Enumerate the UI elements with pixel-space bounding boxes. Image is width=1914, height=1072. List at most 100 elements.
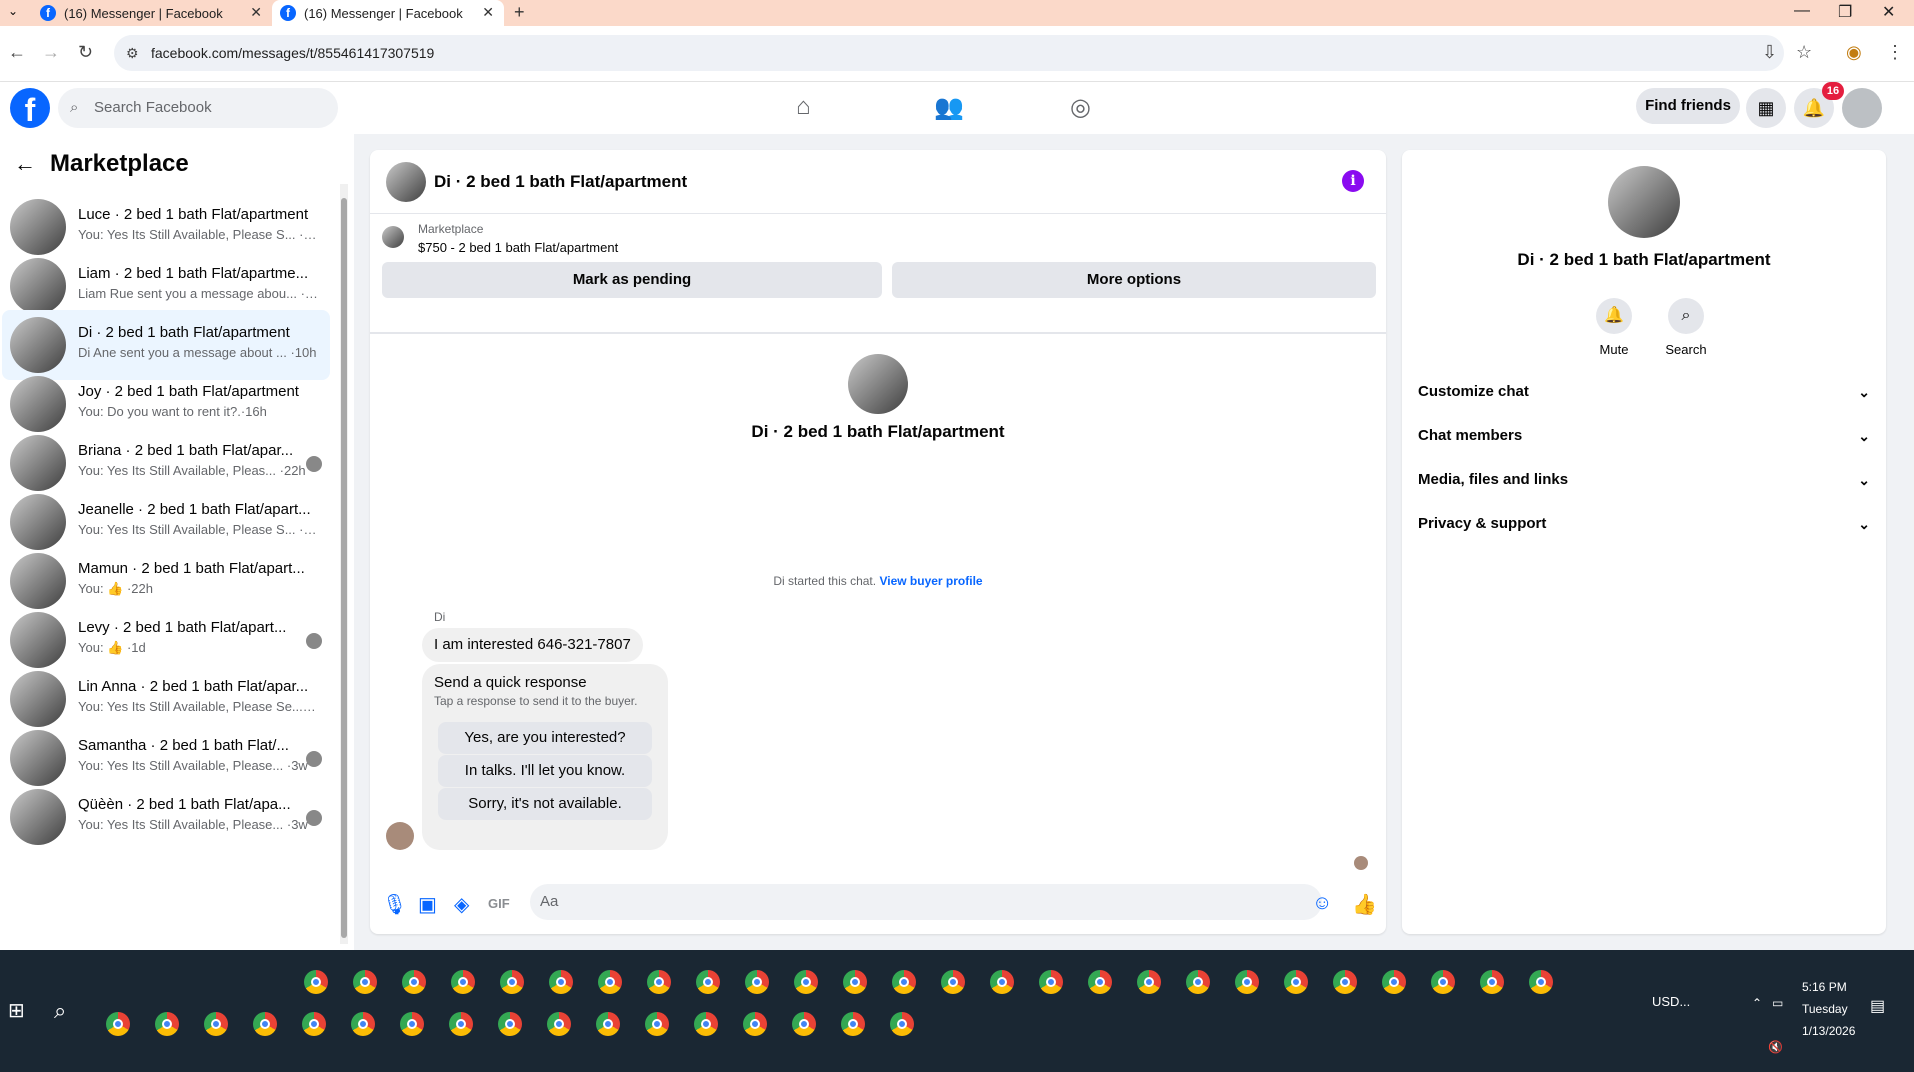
chrome-taskbar-icon[interactable] bbox=[1529, 970, 1553, 994]
info-icon[interactable]: i bbox=[1342, 170, 1364, 192]
install-app-icon[interactable]: ⇩ bbox=[1762, 42, 1777, 63]
bookmark-star-icon[interactable]: ☆ bbox=[1796, 42, 1812, 63]
browser-tab-active[interactable]: f (16) Messenger | Facebook ✕ bbox=[272, 0, 504, 26]
reload-icon[interactable]: ↻ bbox=[78, 42, 93, 63]
home-icon[interactable]: ⌂ bbox=[796, 93, 811, 121]
privacy-support-section[interactable]: Privacy & support ⌄ bbox=[1418, 502, 1870, 546]
taskbar-search-icon[interactable]: ⌕ bbox=[54, 998, 66, 1024]
chrome-taskbar-icon[interactable] bbox=[549, 970, 573, 994]
browser-menu-icon[interactable]: ⋮ bbox=[1886, 42, 1904, 63]
friends-icon[interactable]: 👥 bbox=[934, 93, 964, 122]
network-icon[interactable]: ▭ bbox=[1772, 996, 1783, 1010]
listing-price-title[interactable]: $750 - 2 bed 1 bath Flat/apartment bbox=[418, 240, 618, 255]
back-arrow-icon[interactable]: ← bbox=[14, 151, 36, 177]
customize-chat-section[interactable]: Customize chat ⌄ bbox=[1418, 370, 1870, 414]
chrome-taskbar-icon[interactable] bbox=[843, 970, 867, 994]
site-settings-icon[interactable]: ⚙ bbox=[126, 35, 139, 71]
chrome-taskbar-icon[interactable] bbox=[204, 1012, 228, 1036]
chrome-taskbar-icon[interactable] bbox=[890, 1012, 914, 1036]
quick-response-button[interactable]: Sorry, it's not available. bbox=[438, 788, 652, 820]
quick-response-button[interactable]: Yes, are you interested? bbox=[438, 722, 652, 754]
chrome-taskbar-icon[interactable] bbox=[500, 970, 524, 994]
more-options-button[interactable]: More options bbox=[892, 262, 1376, 298]
chrome-taskbar-icon[interactable] bbox=[1235, 970, 1259, 994]
forward-icon[interactable]: → bbox=[42, 42, 60, 63]
message-input[interactable]: Aa bbox=[530, 884, 1322, 920]
notification-center-icon[interactable]: ▤ bbox=[1870, 996, 1885, 1016]
media-files-links-section[interactable]: Media, files and links ⌄ bbox=[1418, 458, 1870, 502]
chrome-taskbar-icon[interactable] bbox=[645, 1012, 669, 1036]
chrome-taskbar-icon[interactable] bbox=[400, 1012, 424, 1036]
chrome-taskbar-icon[interactable] bbox=[351, 1012, 375, 1036]
chrome-taskbar-icon[interactable] bbox=[745, 970, 769, 994]
chrome-taskbar-icon[interactable] bbox=[892, 970, 916, 994]
chrome-taskbar-icon[interactable] bbox=[451, 970, 475, 994]
gif-icon[interactable]: GIF bbox=[488, 896, 510, 911]
chrome-taskbar-icon[interactable] bbox=[302, 1012, 326, 1036]
address-bar[interactable]: ⚙ facebook.com/messages/t/85546141730751… bbox=[114, 35, 1784, 71]
chrome-taskbar-icon[interactable] bbox=[304, 970, 328, 994]
account-avatar[interactable] bbox=[1842, 88, 1882, 128]
currency-widget[interactable]: USD... bbox=[1652, 994, 1690, 1009]
maximize-icon[interactable]: ❐ bbox=[1838, 2, 1852, 22]
chrome-taskbar-icon[interactable] bbox=[1431, 970, 1455, 994]
windows-start-icon[interactable]: ⊞ bbox=[8, 998, 25, 1023]
facebook-logo-icon[interactable]: f bbox=[10, 88, 50, 128]
chrome-taskbar-icon[interactable] bbox=[990, 970, 1014, 994]
chrome-taskbar-icon[interactable] bbox=[841, 1012, 865, 1036]
search-in-chat-button[interactable]: ⌕ Search bbox=[1656, 298, 1716, 357]
chat-avatar[interactable] bbox=[386, 162, 426, 202]
sticker-icon[interactable]: ◈ bbox=[454, 892, 469, 917]
chrome-taskbar-icon[interactable] bbox=[596, 1012, 620, 1036]
tab-close-icon[interactable]: ✕ bbox=[250, 4, 262, 21]
groups-icon[interactable]: ◎ bbox=[1070, 93, 1091, 122]
clock-date[interactable]: 1/13/2026 bbox=[1802, 1024, 1855, 1038]
quick-response-button[interactable]: In talks. I'll let you know. bbox=[438, 755, 652, 787]
chrome-taskbar-icon[interactable] bbox=[1382, 970, 1406, 994]
chrome-taskbar-icon[interactable] bbox=[1480, 970, 1504, 994]
chrome-taskbar-icon[interactable] bbox=[794, 970, 818, 994]
emoji-icon[interactable]: ☺ bbox=[1312, 892, 1332, 915]
chrome-taskbar-icon[interactable] bbox=[402, 970, 426, 994]
chrome-taskbar-icon[interactable] bbox=[253, 1012, 277, 1036]
chrome-taskbar-icon[interactable] bbox=[792, 1012, 816, 1036]
profile-icon[interactable]: ◉ bbox=[1846, 42, 1862, 63]
chrome-taskbar-icon[interactable] bbox=[155, 1012, 179, 1036]
menu-grid-icon[interactable]: ▦ bbox=[1746, 88, 1786, 128]
minimize-icon[interactable]: — bbox=[1794, 2, 1810, 20]
chrome-taskbar-icon[interactable] bbox=[106, 1012, 130, 1036]
conversation-item[interactable]: Qüèèn · 2 bed 1 bath Flat/apa... You: Yes… bbox=[2, 782, 330, 852]
back-icon[interactable]: ← bbox=[8, 42, 26, 63]
thumbs-up-icon[interactable]: 👍 bbox=[1352, 892, 1377, 917]
chrome-taskbar-icon[interactable] bbox=[449, 1012, 473, 1036]
chat-title[interactable]: Di · 2 bed 1 bath Flat/apartment bbox=[434, 172, 687, 192]
tab-close-icon[interactable]: ✕ bbox=[482, 4, 494, 21]
clock-day[interactable]: Tuesday bbox=[1802, 1002, 1848, 1016]
find-friends-button[interactable]: Find friends bbox=[1636, 88, 1740, 124]
window-close-icon[interactable]: ✕ bbox=[1882, 2, 1895, 22]
chrome-taskbar-icon[interactable] bbox=[498, 1012, 522, 1036]
listing-thumbnail[interactable] bbox=[382, 226, 404, 248]
chrome-taskbar-icon[interactable] bbox=[694, 1012, 718, 1036]
chrome-taskbar-icon[interactable] bbox=[598, 970, 622, 994]
chrome-taskbar-icon[interactable] bbox=[696, 970, 720, 994]
search-input[interactable]: ⌕ Search Facebook bbox=[58, 88, 338, 128]
chrome-taskbar-icon[interactable] bbox=[1333, 970, 1357, 994]
chrome-taskbar-icon[interactable] bbox=[1284, 970, 1308, 994]
clock-time[interactable]: 5:16 PM bbox=[1802, 980, 1847, 994]
tray-chevron-icon[interactable]: ⌃ bbox=[1752, 996, 1762, 1010]
chrome-taskbar-icon[interactable] bbox=[1137, 970, 1161, 994]
mute-button[interactable]: 🔔 Mute bbox=[1584, 298, 1644, 357]
volume-muted-icon[interactable]: 🔇 bbox=[1768, 1040, 1783, 1054]
chrome-taskbar-icon[interactable] bbox=[647, 970, 671, 994]
chrome-taskbar-icon[interactable] bbox=[743, 1012, 767, 1036]
chrome-taskbar-icon[interactable] bbox=[1039, 970, 1063, 994]
microphone-icon[interactable]: 🎙 bbox=[382, 892, 407, 917]
chrome-taskbar-icon[interactable] bbox=[941, 970, 965, 994]
chrome-taskbar-icon[interactable] bbox=[547, 1012, 571, 1036]
chat-members-section[interactable]: Chat members ⌄ bbox=[1418, 414, 1870, 458]
chrome-taskbar-icon[interactable] bbox=[1186, 970, 1210, 994]
view-buyer-profile-link[interactable]: View buyer profile bbox=[879, 574, 982, 588]
new-tab-button[interactable]: + bbox=[514, 2, 525, 23]
mark-as-pending-button[interactable]: Mark as pending bbox=[382, 262, 882, 298]
